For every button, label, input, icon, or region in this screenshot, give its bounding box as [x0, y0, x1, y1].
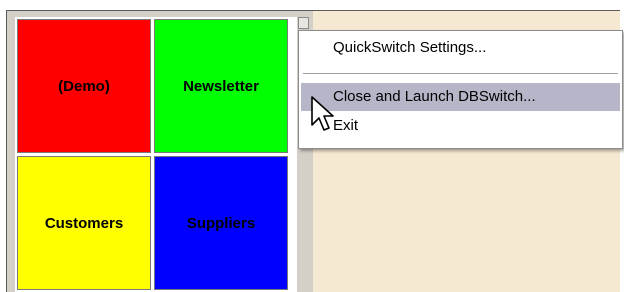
menu-item-quickswitch-settings[interactable]: QuickSwitch Settings... [301, 34, 620, 62]
menu-item-close-and-launch[interactable]: Close and Launch DBSwitch... [301, 83, 620, 111]
context-menu: QuickSwitch Settings... Close and Launch… [298, 30, 623, 149]
scroll-thumb[interactable] [298, 17, 309, 29]
menu-separator [303, 73, 618, 75]
tile-suppliers[interactable]: Suppliers [154, 156, 288, 290]
menu-item-exit[interactable]: Exit [301, 112, 620, 140]
tile-newsletter[interactable]: Newsletter [154, 19, 288, 153]
screenshot-stage: (Demo) Newsletter Customers Suppliers Qu… [0, 0, 624, 292]
pointer-cursor-icon [311, 96, 334, 131]
tile-demo[interactable]: (Demo) [17, 19, 151, 153]
tile-customers[interactable]: Customers [17, 156, 151, 290]
tile-grid: (Demo) Newsletter Customers Suppliers [15, 17, 299, 292]
quickswitch-window: (Demo) Newsletter Customers Suppliers [7, 11, 313, 292]
